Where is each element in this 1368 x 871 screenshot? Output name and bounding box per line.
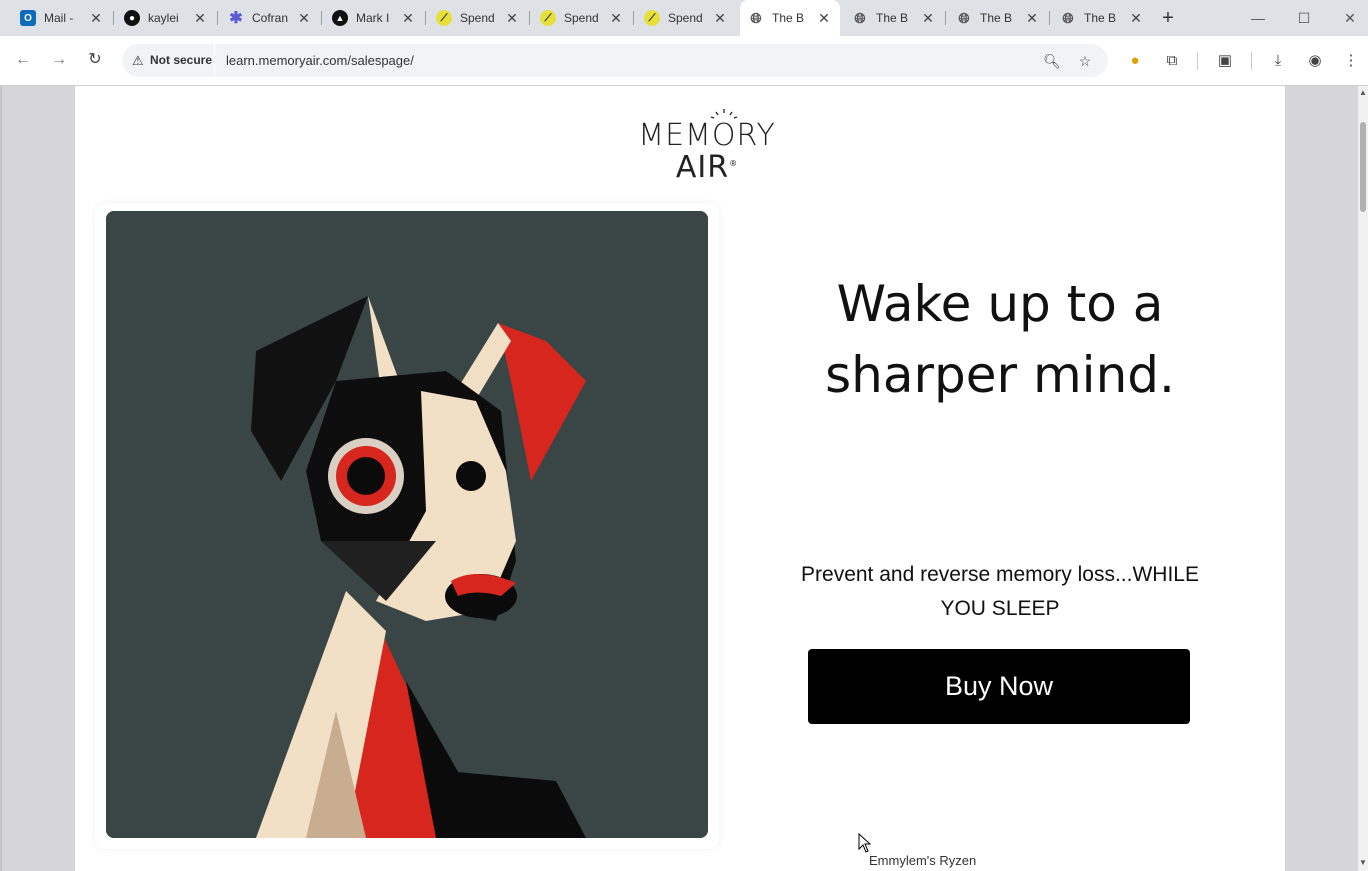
close-window-icon[interactable]: ✕ bbox=[1340, 8, 1360, 28]
tab-title: Spend bbox=[460, 11, 495, 25]
tab-spend-3[interactable]: ⟋ Spend ✕ bbox=[636, 4, 736, 32]
back-icon[interactable]: ← bbox=[13, 50, 33, 70]
window-edge bbox=[0, 86, 2, 871]
mouse-cursor-icon bbox=[858, 833, 872, 853]
forward-icon[interactable]: → bbox=[49, 50, 69, 70]
memory-air-logo[interactable]: MEMORY AIR® bbox=[631, 108, 783, 185]
close-icon[interactable]: ✕ bbox=[608, 10, 624, 26]
reload-icon[interactable]: ↻ bbox=[85, 50, 105, 70]
close-icon[interactable]: ✕ bbox=[192, 10, 208, 26]
zoom-icon[interactable]: 🔍︎ bbox=[1042, 51, 1062, 71]
warning-icon: ⚠ bbox=[132, 53, 144, 68]
profile-icon[interactable]: ◉ bbox=[1304, 50, 1326, 72]
github-icon: ● bbox=[124, 10, 140, 26]
tab-the-b-3[interactable]: 🌐︎ The B ✕ bbox=[948, 4, 1048, 32]
tab-title: The B bbox=[772, 11, 805, 25]
tab-title: Mark I bbox=[356, 11, 390, 25]
scroll-thumb[interactable] bbox=[1360, 122, 1366, 212]
tab-github[interactable]: ● kaylei ✕ bbox=[116, 4, 216, 32]
buy-now-button[interactable]: Buy Now bbox=[808, 649, 1190, 724]
extension-fox-icon[interactable]: ● bbox=[1124, 50, 1146, 72]
close-icon[interactable]: ✕ bbox=[504, 10, 520, 26]
subheadline: Prevent and reverse memory loss...WHILE … bbox=[801, 563, 1199, 620]
close-icon[interactable]: ✕ bbox=[920, 10, 936, 26]
tab-title: Spend bbox=[564, 11, 599, 25]
tab-the-b-2[interactable]: 🌐︎ The B ✕ bbox=[844, 4, 944, 32]
menu-icon[interactable]: ⋮ bbox=[1340, 50, 1362, 72]
url-text[interactable]: learn.memoryair.com/salespage/ bbox=[226, 53, 414, 68]
tab-spend-2[interactable]: ⟋ Spend ✕ bbox=[532, 4, 632, 32]
logo-line2: AIR® bbox=[675, 150, 739, 185]
close-icon[interactable]: ✕ bbox=[816, 10, 832, 26]
tab-strip: O Mail - ✕ ● kaylei ✕ ✱ Cofran ✕ ▲ Mark … bbox=[0, 0, 1368, 36]
tab-search-icon[interactable]: ▣ bbox=[1214, 50, 1236, 72]
hero-image-frame bbox=[95, 203, 719, 849]
tab-the-b-4[interactable]: 🌐︎ The B ✕ bbox=[1052, 4, 1152, 32]
sales-page: MEMORY AIR® Wake up to a sharper mind. P… bbox=[75, 86, 1285, 871]
close-icon[interactable]: ✕ bbox=[88, 10, 104, 26]
tab-title: The B bbox=[1084, 11, 1117, 25]
tab-mail[interactable]: O Mail - ✕ bbox=[12, 4, 112, 32]
tab-title: The B bbox=[980, 11, 1013, 25]
globe-icon: 🌐︎ bbox=[958, 9, 970, 26]
asterisk-icon: ✱ bbox=[229, 10, 243, 27]
spend-icon: ⟋ bbox=[540, 10, 556, 26]
cursor-tooltip: Emmylem's Ryzen bbox=[869, 853, 977, 868]
tab-spend-1[interactable]: ⟋ Spend ✕ bbox=[428, 4, 528, 32]
globe-icon: 🌐︎ bbox=[854, 9, 866, 26]
scroll-down-icon[interactable]: ▼ bbox=[1358, 858, 1368, 868]
dog-illustration-image bbox=[106, 211, 708, 838]
spend-icon: ⟋ bbox=[436, 10, 452, 26]
new-tab-button[interactable]: + bbox=[1158, 8, 1178, 28]
minimize-icon[interactable]: — bbox=[1248, 8, 1268, 28]
close-icon[interactable]: ✕ bbox=[400, 10, 416, 26]
close-icon[interactable]: ✕ bbox=[1128, 10, 1144, 26]
extensions-puzzle-icon[interactable]: ⧉ bbox=[1161, 50, 1183, 72]
tab-title: kaylei bbox=[148, 11, 179, 25]
bookmark-star-icon[interactable]: ☆ bbox=[1075, 51, 1095, 71]
close-icon[interactable]: ✕ bbox=[712, 10, 728, 26]
download-icon[interactable]: ⤓ bbox=[1267, 50, 1289, 72]
tab-title: Mail - bbox=[44, 11, 74, 25]
browser-toolbar: ← → ↻ ⚠ Not secure learn.memoryair.com/s… bbox=[0, 36, 1368, 86]
hero-dog-illustration bbox=[106, 211, 708, 838]
tab-title: Cofran bbox=[252, 11, 289, 25]
outlook-icon: O bbox=[20, 10, 36, 26]
logo-line1: MEMORY bbox=[638, 118, 776, 153]
scroll-up-icon[interactable]: ▲ bbox=[1358, 88, 1368, 98]
tab-the-b-active[interactable]: 🌐︎ The B ✕ bbox=[740, 0, 840, 36]
page-scrollbar[interactable]: ▲ ▼ bbox=[1358, 86, 1368, 871]
address-bar[interactable]: ⚠ Not secure learn.memoryair.com/salespa… bbox=[122, 44, 1108, 77]
spend-icon: ⟋ bbox=[644, 10, 660, 26]
close-icon[interactable]: ✕ bbox=[296, 10, 312, 26]
maximize-icon[interactable]: ☐ bbox=[1294, 8, 1314, 28]
headline: Wake up to a sharper mind. bbox=[825, 275, 1175, 404]
tab-title: Spend bbox=[668, 11, 703, 25]
security-label[interactable]: Not secure bbox=[150, 53, 212, 67]
tab-title: The B bbox=[876, 11, 909, 25]
globe-icon: 🌐︎ bbox=[1062, 9, 1074, 26]
close-icon[interactable]: ✕ bbox=[1024, 10, 1040, 26]
tab-mark[interactable]: ▲ Mark I ✕ bbox=[324, 4, 424, 32]
tab-cofran[interactable]: ✱ Cofran ✕ bbox=[220, 4, 320, 32]
page-viewport: MEMORY AIR® Wake up to a sharper mind. P… bbox=[0, 86, 1358, 871]
triangle-logo-icon: ▲ bbox=[332, 10, 348, 26]
globe-icon: 🌐︎ bbox=[750, 9, 762, 26]
